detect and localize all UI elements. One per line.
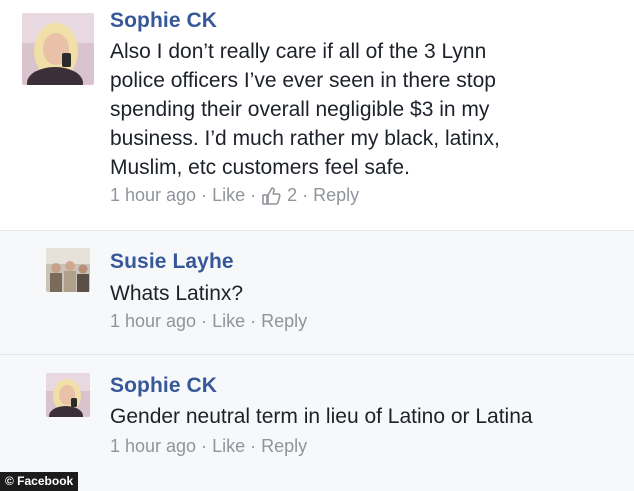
separator: · bbox=[201, 311, 208, 331]
separator: · bbox=[201, 185, 208, 205]
comment-text-line: police officers I’ve ever seen in there … bbox=[110, 69, 496, 92]
comment-text-line: Gender neutral term in lieu of Latino or… bbox=[110, 405, 533, 428]
profile-photo-icon bbox=[46, 373, 90, 417]
separator: · bbox=[201, 436, 208, 456]
separator: · bbox=[250, 185, 257, 205]
comment-text-line: spending their overall negligible $3 in … bbox=[110, 98, 490, 121]
separator: · bbox=[250, 311, 257, 331]
profile-photo-icon bbox=[22, 13, 94, 85]
comment-text: Whats Latinx? bbox=[110, 279, 610, 308]
like-button[interactable]: Like bbox=[212, 311, 245, 332]
comment-author[interactable]: Sophie CK bbox=[110, 374, 217, 398]
comment-text: Also I don’t really care if all of the 3… bbox=[110, 37, 610, 182]
like-button[interactable]: Like bbox=[212, 185, 245, 206]
avatar[interactable] bbox=[46, 373, 90, 417]
timestamp[interactable]: 1 hour ago bbox=[110, 185, 196, 206]
timestamp[interactable]: 1 hour ago bbox=[110, 436, 196, 457]
watermark: © Facebook bbox=[0, 472, 79, 491]
comment-text-line: Also I don’t really care if all of the 3… bbox=[110, 40, 487, 63]
separator: · bbox=[250, 436, 257, 456]
comment-text-line: business. I’d much rather my black, lati… bbox=[110, 127, 500, 150]
comment-text-line: Muslim, etc customers feel safe. bbox=[110, 156, 410, 179]
timestamp[interactable]: 1 hour ago bbox=[110, 311, 196, 332]
comment-meta: 1 hour ago · Like · Reply bbox=[110, 311, 307, 332]
reply-button[interactable]: Reply bbox=[261, 436, 307, 457]
comment-meta: 1 hour ago · Like · 2 · Reply bbox=[110, 185, 359, 206]
like-button[interactable]: Like bbox=[212, 436, 245, 457]
comment-text: Gender neutral term in lieu of Latino or… bbox=[110, 402, 610, 431]
comment-text-line: Whats Latinx? bbox=[110, 282, 244, 305]
comment-1: Sophie CK Also I don’t really care if al… bbox=[0, 0, 634, 230]
profile-photo-icon bbox=[46, 248, 90, 292]
like-count[interactable]: 2 bbox=[287, 185, 297, 206]
avatar[interactable] bbox=[22, 13, 94, 85]
reply-button[interactable]: Reply bbox=[261, 311, 307, 332]
comment-meta: 1 hour ago · Like · Reply bbox=[110, 436, 307, 457]
reply-button[interactable]: Reply bbox=[313, 185, 359, 206]
avatar[interactable] bbox=[46, 248, 90, 292]
separator: · bbox=[302, 185, 309, 205]
comment-author[interactable]: Sophie CK bbox=[110, 9, 217, 33]
thumbs-up-icon[interactable] bbox=[261, 186, 281, 206]
comment-author[interactable]: Susie Layhe bbox=[110, 250, 234, 274]
